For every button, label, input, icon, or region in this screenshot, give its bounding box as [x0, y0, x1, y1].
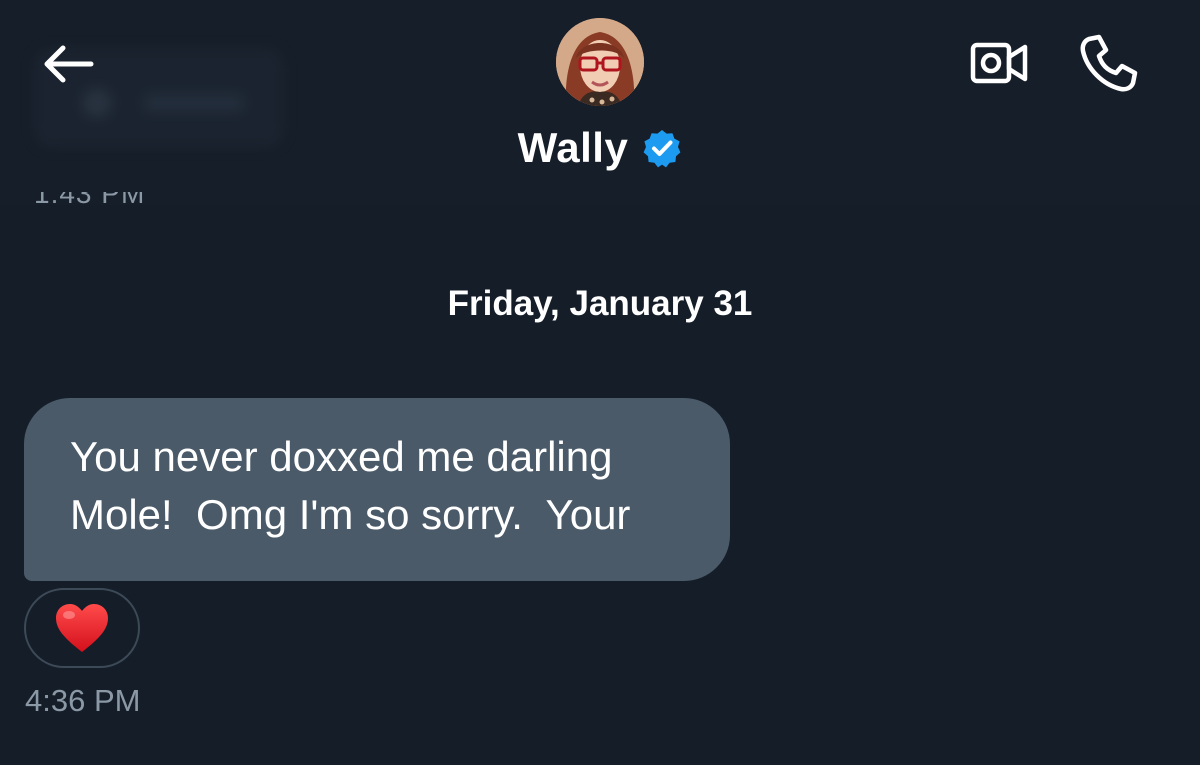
blurred-bar	[144, 94, 244, 112]
verified-badge-icon	[642, 128, 682, 168]
arrow-left-icon	[44, 45, 94, 83]
voice-call-button[interactable]	[1076, 30, 1142, 96]
reaction-badge[interactable]	[24, 588, 140, 668]
message-line: Mole! Omg I'm so sorry. Your	[70, 491, 631, 538]
video-camera-icon	[970, 42, 1028, 84]
message-time: 4:36 PM	[25, 683, 141, 718]
video-call-button[interactable]	[966, 36, 1032, 90]
message-bubble[interactable]: You never doxxed me darling Mole! Omg I'…	[24, 398, 730, 581]
date-separator: Friday, January 31	[447, 284, 753, 323]
previous-message-time: 1:43 PM	[34, 192, 146, 209]
heart-icon	[56, 604, 108, 652]
profile-photo	[556, 18, 644, 106]
phone-icon	[1080, 34, 1138, 92]
conversation-header: Wally	[0, 0, 1200, 205]
blurred-dot	[82, 88, 112, 118]
message-line: You never doxxed me darling	[70, 433, 613, 480]
back-button[interactable]	[36, 36, 100, 92]
avatar[interactable]	[556, 18, 644, 106]
dm-conversation-screen: Wally 1:43 PM Friday, January 31 You nev…	[0, 0, 1200, 765]
contact-name-row[interactable]: Wally	[0, 124, 1200, 172]
contact-name: Wally	[517, 124, 629, 171]
